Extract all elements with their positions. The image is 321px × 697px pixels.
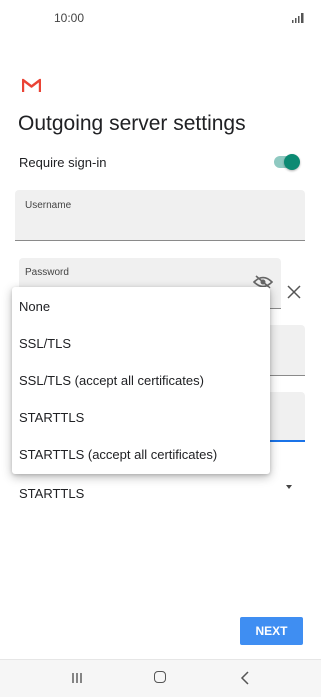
close-icon[interactable] (286, 284, 302, 300)
security-type-menu: None SSL/TLS SSL/TLS (accept all certifi… (12, 287, 270, 474)
home-icon[interactable] (154, 671, 166, 683)
back-icon[interactable] (240, 671, 250, 685)
gmail-logo (22, 78, 41, 92)
menu-item-ssl-tls[interactable]: SSL/TLS (12, 325, 270, 361)
status-time: 10:00 (54, 11, 85, 25)
menu-item-starttls[interactable]: STARTTLS (12, 399, 270, 435)
recent-apps-icon[interactable] (71, 672, 83, 684)
menu-item-starttls-accept-all[interactable]: STARTTLS (accept all certificates) (12, 436, 270, 472)
signal-icon (292, 13, 304, 23)
security-type-value[interactable]: STARTTLS (19, 486, 84, 501)
toggle-thumb[interactable] (284, 154, 300, 170)
username-field[interactable] (15, 190, 305, 241)
require-signin-label: Require sign-in (19, 155, 107, 170)
menu-item-none[interactable]: None (12, 288, 270, 324)
page-title: Outgoing server settings (18, 112, 246, 135)
dropdown-arrow-icon[interactable] (286, 485, 292, 489)
password-label: Password (25, 267, 69, 278)
menu-item-ssl-tls-accept-all[interactable]: SSL/TLS (accept all certificates) (12, 362, 270, 398)
next-button[interactable]: NEXT (240, 617, 303, 645)
username-label: Username (25, 200, 72, 211)
